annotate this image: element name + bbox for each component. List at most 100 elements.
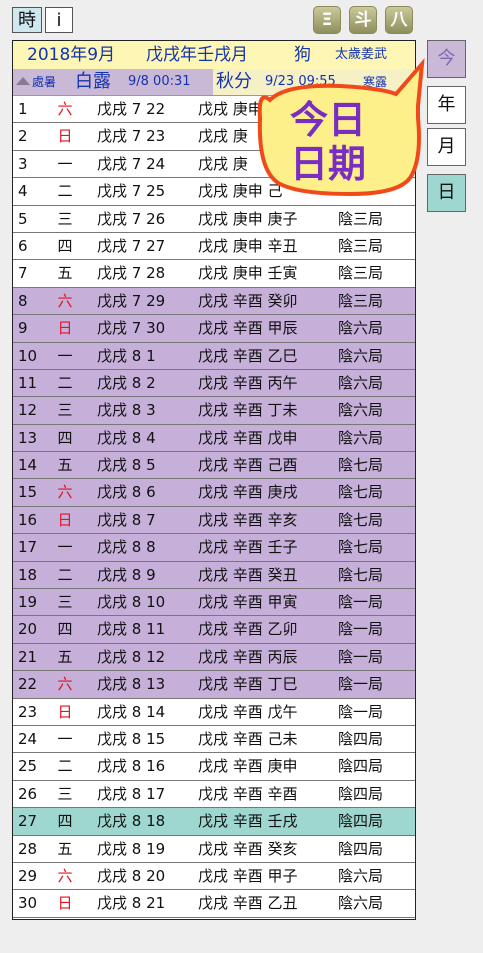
day-row[interactable]: 12 三 戊戌 8 3 戊戌 辛酉 丁未 陰六局 — [13, 397, 415, 425]
today-button[interactable]: 今 — [427, 40, 466, 78]
day-number: 11 — [18, 373, 38, 392]
weekday-label: 四 — [57, 812, 73, 831]
bazi-icon[interactable]: 八 — [385, 6, 413, 34]
day-row[interactable]: 8 六 戊戌 7 29 戊戌 辛酉 癸卯 陰三局 — [13, 287, 415, 316]
weekday-label: 五 — [57, 839, 73, 858]
ju-label: 陰六局 — [338, 319, 384, 338]
day-row[interactable]: 29 六 戊戌 8 20 戊戌 辛酉 甲子 陰六局 — [13, 863, 415, 891]
weekday-label: 五 — [57, 647, 73, 666]
day-row[interactable]: 6 四 戊戌 7 27 戊戌 庚申 辛丑 陰三局 — [13, 233, 415, 261]
ju-label: 陰七局 — [338, 538, 384, 557]
current-jieqi-name: 白露 — [75, 71, 111, 92]
ganzhi-date: 戊戌 辛酉 戊申 — [198, 428, 298, 447]
doushu-icon[interactable]: 斗 — [349, 6, 377, 34]
lunar-date: 戊戌 8 4 — [97, 428, 156, 447]
callout-line-2: 日期 — [289, 142, 366, 186]
day-number: 9 — [18, 319, 28, 338]
solar-month-label[interactable]: 2018年9月 — [27, 41, 115, 69]
day-row[interactable]: 25 二 戊戌 8 16 戊戌 辛酉 庚申 陰四局 — [13, 753, 415, 781]
lunar-date: 戊戌 7 28 — [97, 264, 166, 283]
qimen-icon[interactable]: Ξ — [313, 6, 341, 34]
day-row[interactable]: 13 四 戊戌 8 4 戊戌 辛酉 戊申 陰六局 — [13, 424, 415, 453]
lunar-date: 戊戌 8 16 — [97, 757, 166, 776]
ganzhi-month-label: 戊戌年壬戌月 — [146, 45, 248, 65]
day-number: 13 — [18, 428, 38, 447]
weekday-label: 五 — [57, 456, 73, 475]
day-number: 15 — [18, 483, 38, 502]
ju-label: 陰六局 — [338, 346, 384, 365]
day-row[interactable]: 14 五 戊戌 8 5 戊戌 辛酉 己酉 陰七局 — [13, 452, 415, 480]
lunar-date: 戊戌 8 5 — [97, 456, 156, 475]
day-row[interactable]: 15 六 戊戌 8 6 戊戌 辛酉 庚戌 陰七局 — [13, 479, 415, 507]
ju-label: 陰七局 — [338, 565, 384, 584]
weekday-label: 日 — [57, 702, 73, 721]
day-row[interactable]: 18 二 戊戌 8 9 戊戌 辛酉 癸丑 陰七局 — [13, 561, 415, 590]
ganzhi-date: 戊戌 辛酉 庚申 — [198, 757, 298, 776]
ju-label: 陰三局 — [338, 264, 384, 283]
day-row[interactable]: 30 日 戊戌 8 21 戊戌 辛酉 乙丑 陰六局 — [13, 890, 415, 918]
day-row[interactable]: 10 一 戊戌 8 1 戊戌 辛酉 乙巳 陰六局 — [13, 342, 415, 370]
day-number: 26 — [18, 784, 38, 803]
day-view-button[interactable]: 日 — [427, 174, 466, 212]
month-header: 2018年9月 戊戌年壬戌月 狗 太歲姜武 — [13, 41, 415, 70]
callout-text: 今日 日期 — [268, 98, 388, 186]
ganzhi-date: 戊戌 辛酉 丁巳 — [198, 675, 298, 694]
day-number: 18 — [18, 565, 38, 584]
ju-label: 陰四局 — [338, 784, 384, 803]
ju-label: 陰三局 — [338, 236, 384, 255]
next2-jieqi-label: 寒露 — [363, 75, 388, 89]
day-row[interactable]: 7 五 戊戌 7 28 戊戌 庚申 壬寅 陰三局 — [13, 260, 415, 288]
day-row[interactable]: 16 日 戊戌 8 7 戊戌 辛酉 辛亥 陰七局 — [13, 506, 415, 535]
ganzhi-date: 戊戌 辛酉 乙巳 — [198, 346, 298, 365]
lunar-date: 戊戌 7 26 — [97, 209, 166, 228]
ju-label: 陰六局 — [338, 894, 384, 913]
info-button[interactable]: i — [45, 7, 73, 33]
lunar-date: 戊戌 8 7 — [97, 510, 156, 529]
arrow-up-icon[interactable] — [16, 77, 30, 85]
ganzhi-date: 戊戌 辛酉 甲寅 — [198, 593, 298, 612]
day-row[interactable]: 21 五 戊戌 8 12 戊戌 辛酉 丙辰 陰一局 — [13, 643, 415, 672]
current-jieqi-box[interactable]: 處暑 白露 9/8 00:31 — [13, 69, 213, 95]
ganzhi-date: 戊戌 辛酉 甲子 — [198, 866, 298, 885]
day-row[interactable]: 28 五 戊戌 8 19 戊戌 辛酉 癸亥 陰四局 — [13, 836, 415, 863]
ju-label: 陰六局 — [338, 401, 384, 420]
weekday-label: 六 — [57, 291, 73, 310]
day-row[interactable]: 5 三 戊戌 7 26 戊戌 庚申 庚子 陰三局 — [13, 206, 415, 233]
ganzhi-date: 戊戌 辛酉 壬戌 — [198, 812, 298, 831]
day-row[interactable]: 20 四 戊戌 8 11 戊戌 辛酉 乙卯 陰一局 — [13, 616, 415, 644]
ju-label: 陰一局 — [338, 702, 384, 721]
weekday-label: 日 — [57, 319, 73, 338]
day-row[interactable]: 26 三 戊戌 8 17 戊戌 辛酉 辛酉 陰四局 — [13, 781, 415, 809]
lunar-date: 戊戌 7 25 — [97, 182, 166, 201]
weekday-label: 二 — [57, 182, 73, 201]
ju-label: 陰六局 — [338, 866, 384, 885]
day-number: 2 — [18, 127, 28, 146]
weekday-label: 六 — [57, 100, 73, 118]
hour-button[interactable]: 時 — [12, 7, 42, 33]
year-view-button[interactable]: 年 — [427, 86, 466, 124]
weekday-label: 一 — [57, 154, 73, 173]
ganzhi-date: 戊戌 辛酉 癸卯 — [198, 291, 298, 310]
day-number: 10 — [18, 346, 38, 365]
weekday-label: 四 — [57, 620, 73, 639]
day-row[interactable]: 17 一 戊戌 8 8 戊戌 辛酉 壬子 陰七局 — [13, 534, 415, 562]
day-row[interactable]: 9 日 戊戌 7 30 戊戌 辛酉 甲辰 陰六局 — [13, 315, 415, 343]
weekday-label: 六 — [57, 483, 73, 502]
weekday-label: 四 — [57, 428, 73, 447]
day-row[interactable]: 27 四 戊戌 8 18 戊戌 辛酉 壬戌 陰四局 — [13, 808, 415, 836]
day-row[interactable]: 24 一 戊戌 8 15 戊戌 辛酉 己未 陰四局 — [13, 726, 415, 754]
zodiac-label: 狗 — [294, 45, 311, 65]
ganzhi-date: 戊戌 庚申 壬寅 — [198, 264, 298, 283]
ju-label: 陰一局 — [338, 593, 384, 612]
ganzhi-date: 戊戌 辛酉 乙卯 — [198, 620, 298, 639]
lunar-date: 戊戌 8 20 — [97, 866, 166, 885]
day-row[interactable]: 11 二 戊戌 8 2 戊戌 辛酉 丙午 陰六局 — [13, 369, 415, 398]
ju-label: 陰一局 — [338, 647, 384, 666]
day-row[interactable]: 22 六 戊戌 8 13 戊戌 辛酉 丁巳 陰一局 — [13, 671, 415, 699]
ganzhi-date: 戊戌 辛酉 癸丑 — [198, 565, 298, 584]
ganzhi-date: 戊戌 辛酉 丙辰 — [198, 647, 298, 666]
day-row[interactable]: 19 三 戊戌 8 10 戊戌 辛酉 甲寅 陰一局 — [13, 589, 415, 617]
day-number: 17 — [18, 538, 38, 557]
day-row[interactable]: 23 日 戊戌 8 14 戊戌 辛酉 戊午 陰一局 — [13, 699, 415, 726]
month-view-button[interactable]: 月 — [427, 128, 466, 166]
